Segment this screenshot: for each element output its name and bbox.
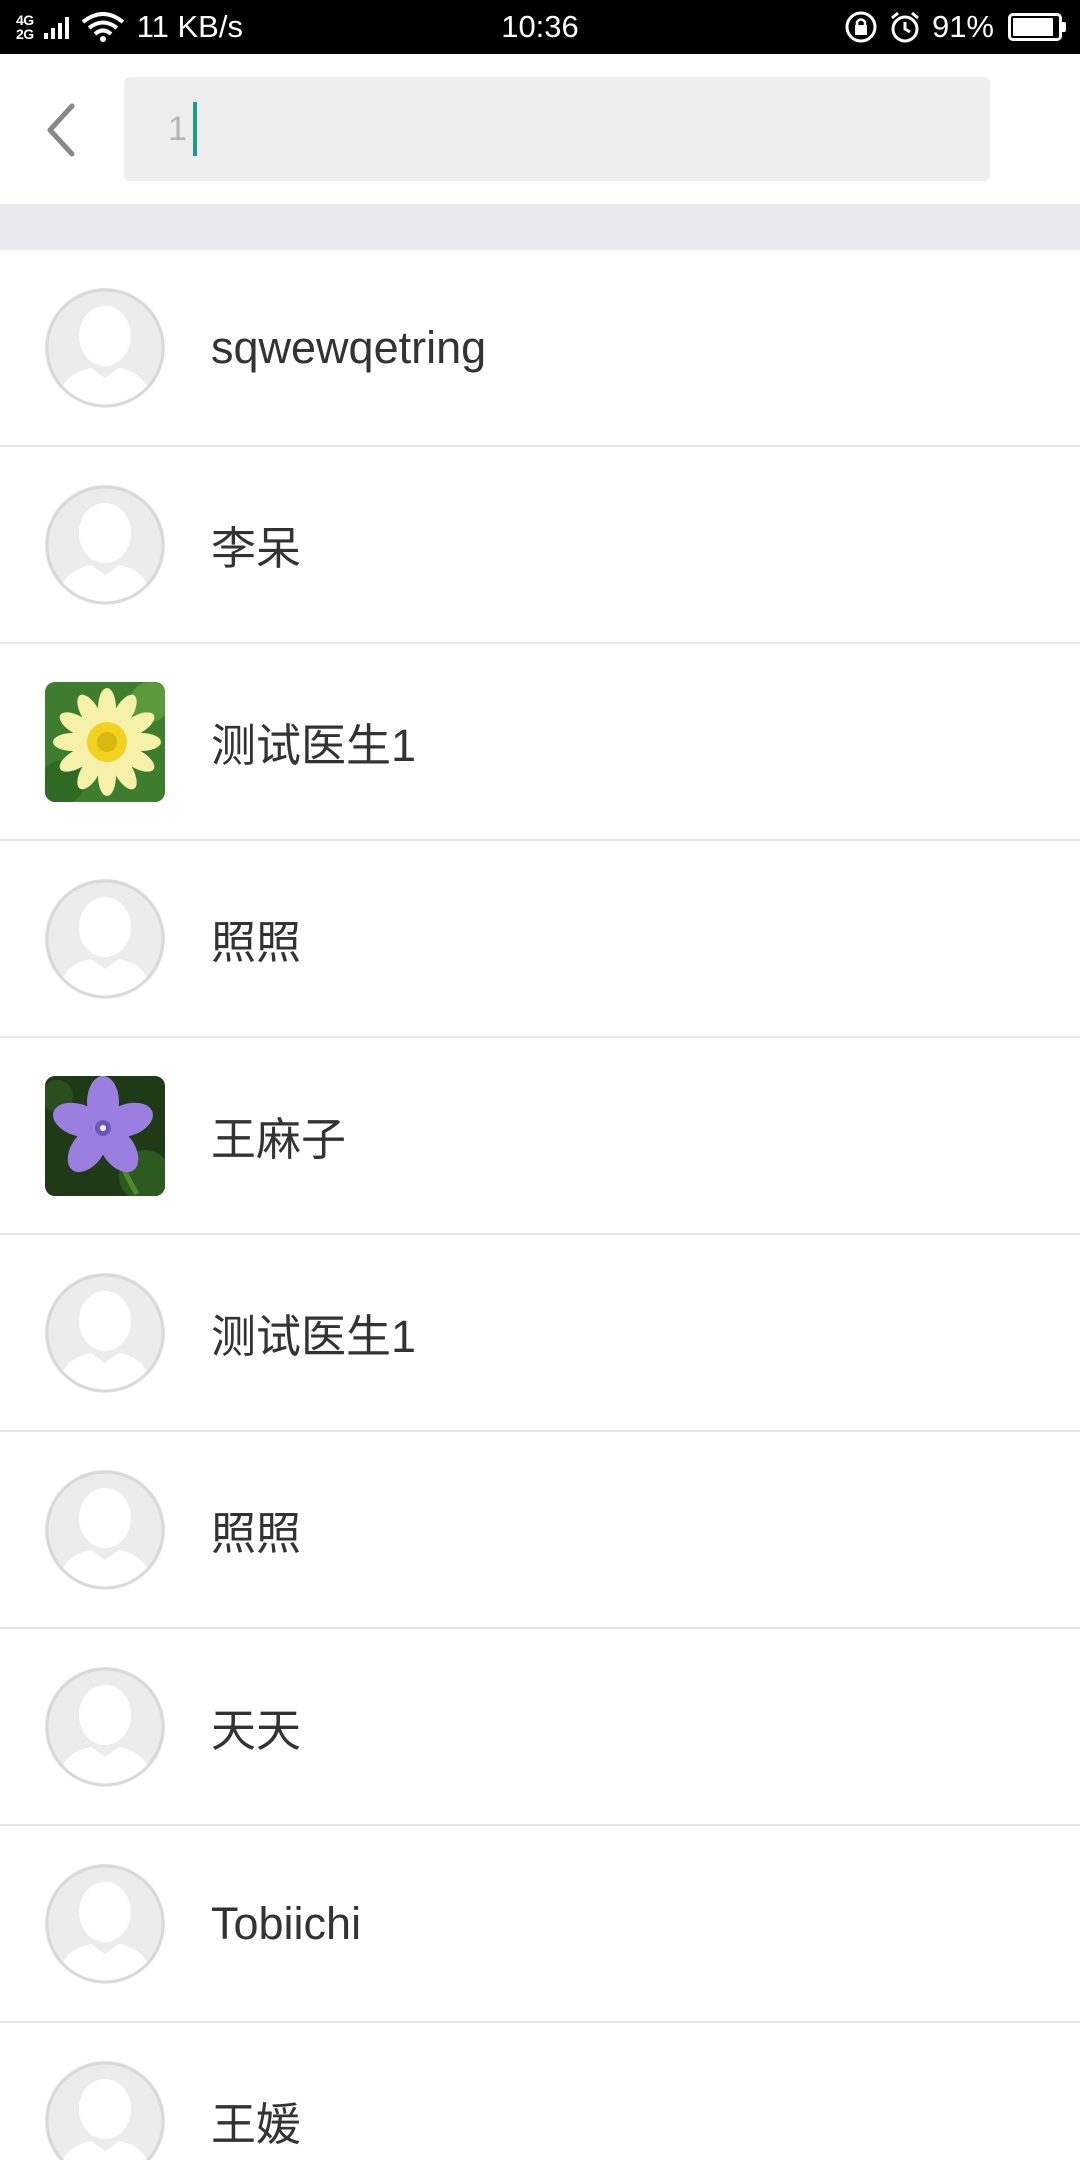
chevron-left-icon <box>47 103 75 157</box>
default-avatar-icon <box>45 287 165 408</box>
contact-name: 王麻子 <box>211 1114 347 1165</box>
rotation-lock-icon <box>845 11 877 43</box>
status-bar: 4G 2G 11 KB/s 10:36 91% <box>0 0 1080 54</box>
default-avatar-icon <box>45 1666 165 1787</box>
contact-name: 天天 <box>211 1705 302 1756</box>
contact-name: 测试医生1 <box>211 720 417 771</box>
contact-name: 李呆 <box>211 523 302 574</box>
search-query: 1 <box>168 109 187 148</box>
avatar-purple-flower-photo <box>45 1075 165 1196</box>
network-type-top: 4G <box>16 12 34 28</box>
back-button[interactable] <box>30 90 90 170</box>
contact-list: sqwewqetring 李呆 测试医生1 照照 王麻子 测试医生1 照照 天天… <box>0 250 1080 2160</box>
contact-list-item[interactable]: 照照 <box>0 841 1080 1038</box>
alarm-icon <box>890 11 919 43</box>
contact-name: Tobiichi <box>211 1897 362 1949</box>
default-avatar-icon <box>45 878 165 999</box>
signal-strength-icon <box>43 15 69 39</box>
contact-name: sqwewqetring <box>211 321 487 373</box>
battery-percent: 91% <box>931 9 994 44</box>
contact-list-item[interactable]: 李呆 <box>0 447 1080 644</box>
section-divider <box>0 204 1080 250</box>
status-time: 10:36 <box>501 9 579 44</box>
status-right: 91% <box>844 0 1066 54</box>
contact-list-item[interactable]: 照照 <box>0 1432 1080 1629</box>
contact-list-item[interactable]: 王麻子 <box>0 1038 1080 1235</box>
contact-list-item[interactable]: 测试医生1 <box>0 644 1080 841</box>
default-avatar-icon <box>45 1469 165 1590</box>
contact-name: 王媛 <box>211 2099 302 2150</box>
default-avatar-icon <box>45 2060 165 2160</box>
default-avatar-icon <box>45 1272 165 1393</box>
network-speed: 11 KB/s <box>136 9 243 44</box>
contact-list-item[interactable]: 王媛 <box>0 2023 1080 2160</box>
contact-name: 测试医生1 <box>211 1311 417 1362</box>
status-left: 4G 2G 11 KB/s <box>16 0 243 54</box>
contact-list-item[interactable]: 天天 <box>0 1629 1080 1826</box>
text-caret <box>192 102 197 156</box>
default-avatar-icon <box>45 484 165 605</box>
search-input[interactable]: 1 <box>124 77 990 181</box>
network-type: 4G 2G <box>16 13 34 41</box>
contact-name: 照照 <box>211 1508 302 1559</box>
default-avatar-icon <box>45 1863 165 1984</box>
battery-icon <box>1008 13 1066 41</box>
contact-name: 照照 <box>211 917 302 968</box>
wifi-icon <box>81 12 124 42</box>
network-type-bottom: 2G <box>16 26 34 42</box>
search-header: 1 <box>0 54 1080 204</box>
contact-list-item[interactable]: 测试医生1 <box>0 1235 1080 1432</box>
avatar-yellow-flower-photo <box>45 681 165 802</box>
contact-list-item[interactable]: Tobiichi <box>0 1826 1080 2023</box>
contact-list-item[interactable]: sqwewqetring <box>0 250 1080 447</box>
